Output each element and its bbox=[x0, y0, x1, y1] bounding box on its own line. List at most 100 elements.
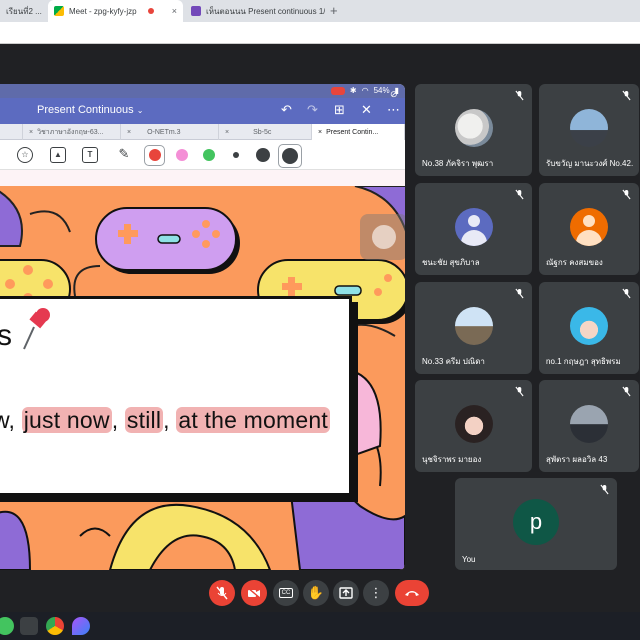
tab-title: เห็นตอนนน Present continuous 1/8 bbox=[206, 6, 325, 16]
mic-off-icon bbox=[216, 586, 228, 600]
close-icon[interactable]: × bbox=[318, 129, 322, 136]
color-swatch-green[interactable] bbox=[203, 149, 215, 161]
pen-size-medium[interactable] bbox=[256, 148, 270, 162]
line-app-icon[interactable] bbox=[0, 617, 14, 635]
raise-hand-button[interactable]: ✋ bbox=[303, 580, 329, 606]
recording-dot-icon bbox=[148, 8, 155, 14]
sticker-icon[interactable]: ☆ bbox=[17, 147, 33, 163]
color-swatch-red[interactable] bbox=[149, 149, 161, 161]
cat-photo-avatar bbox=[454, 109, 493, 148]
time-expressions-line: w, just now, still, at the moment bbox=[0, 407, 330, 433]
mic-muted-icon bbox=[515, 386, 524, 397]
device-status-bar: ✱ ◠ 54% ▮ bbox=[0, 84, 405, 98]
browser-tab-forms[interactable]: เห็นตอนนน Present continuous 1/8 × bbox=[185, 0, 325, 22]
participant-tile[interactable]: สุพัตรา ผลอวิล 43 bbox=[539, 380, 639, 472]
pushpin-icon bbox=[23, 308, 50, 350]
hand-icon: ✋ bbox=[307, 585, 325, 600]
chevron-down-icon: ⌄ bbox=[136, 106, 144, 115]
meeting-controls: CC ✋ ⋮ bbox=[0, 576, 640, 612]
image-icon[interactable]: ▲ bbox=[50, 147, 66, 163]
bluetooth-icon: ✱ bbox=[349, 86, 357, 95]
mic-toggle-button[interactable] bbox=[209, 580, 235, 606]
forms-favicon-icon bbox=[191, 6, 201, 16]
participant-name: No.38 ภัคจิรา พุฒรา bbox=[422, 159, 494, 168]
participant-tile[interactable]: No.33 ครีม ปณิดา bbox=[415, 282, 532, 374]
add-slide-icon[interactable]: ⊞ bbox=[334, 102, 345, 118]
battery-level: 54% bbox=[373, 86, 390, 95]
doc-tab-prev[interactable] bbox=[0, 124, 23, 140]
doc-tab-english[interactable]: × วิชาภาษาอังกฤษ-63... bbox=[23, 124, 121, 140]
captions-button[interactable]: CC bbox=[273, 580, 299, 606]
participant-tile[interactable]: No.38 ภัคจิรา พุฒรา bbox=[415, 84, 532, 176]
participant-name: No.33 ครีม ปณิดา bbox=[422, 357, 485, 366]
os-taskbar bbox=[0, 612, 640, 640]
leave-call-button[interactable] bbox=[395, 580, 429, 606]
self-view-tile[interactable]: p You bbox=[455, 478, 617, 570]
app-icon[interactable] bbox=[72, 617, 90, 635]
presentation-title[interactable]: Present Continuous ⌄ bbox=[37, 104, 143, 116]
close-icon[interactable]: × bbox=[29, 129, 33, 136]
close-icon[interactable]: × bbox=[225, 129, 229, 136]
browser-tab-strip: เรียนที่2 ... × Meet - zpg-kyfy-jzp × เห… bbox=[0, 0, 640, 22]
doc-tab-present-continuous[interactable]: × Present Contin... bbox=[312, 124, 405, 140]
pen-size-large[interactable] bbox=[282, 148, 298, 164]
camera-toggle-button[interactable] bbox=[241, 580, 267, 606]
more-vert-icon: ⋮ bbox=[369, 585, 383, 600]
mic-muted-icon bbox=[515, 189, 524, 200]
more-options-button[interactable]: ⋮ bbox=[363, 580, 389, 606]
participant-name: นุชจิราพร มายอง bbox=[422, 455, 482, 464]
meet-top-bar bbox=[0, 44, 640, 80]
slide-heading: s bbox=[0, 308, 50, 353]
participant-name: ณัฐกร คงสมของ bbox=[546, 258, 603, 267]
wifi-icon: ◠ bbox=[361, 86, 369, 95]
pen-size-small[interactable] bbox=[233, 152, 239, 158]
gamepad-illustration bbox=[95, 207, 240, 274]
meet-taskbar-icon[interactable] bbox=[20, 617, 38, 635]
mic-muted-icon bbox=[515, 288, 524, 299]
participant-tile[interactable]: รับขวัญ มานะวงศ์ No.42. bbox=[539, 84, 639, 176]
close-icon[interactable]: × bbox=[166, 6, 177, 16]
new-tab-button[interactable]: + bbox=[330, 3, 338, 18]
participant-tile[interactable]: no.1 กฤษฎา สุทธิพรม bbox=[539, 282, 639, 374]
slide-text-card: s w, just now, still, at the moment bbox=[0, 296, 352, 496]
chrome-icon[interactable] bbox=[46, 617, 64, 635]
close-icon[interactable]: × bbox=[127, 129, 131, 136]
camera-off-icon bbox=[247, 587, 261, 599]
app-title-bar: Present Continuous ⌄ ↶ ↷ ⊞ ✕ ⋯ ⊘ bbox=[0, 89, 405, 124]
doc-tab-sb5c[interactable]: × Sb-5c bbox=[219, 124, 312, 140]
participant-tile[interactable]: ณัฐกร คงสมของ bbox=[539, 183, 639, 275]
keyword-at-the-moment: at the moment bbox=[176, 407, 330, 433]
participant-tile[interactable]: ชนะชัย สุขภิบาล bbox=[415, 183, 532, 275]
color-swatch-pink[interactable] bbox=[176, 149, 188, 161]
present-screen-button[interactable] bbox=[333, 580, 359, 606]
outdoor-photo-avatar bbox=[454, 307, 493, 346]
screen-record-icon bbox=[330, 86, 345, 95]
mic-muted-icon bbox=[515, 90, 524, 101]
meet-favicon-icon bbox=[54, 6, 64, 16]
browser-tab-class[interactable]: เรียนที่2 ... × bbox=[0, 0, 48, 22]
redo-icon[interactable]: ↷ bbox=[307, 102, 318, 118]
girl-photo-avatar bbox=[454, 405, 493, 444]
participant-name: ชนะชัย สุขภิบาล bbox=[422, 258, 480, 267]
participant-tile[interactable]: นุชจิราพร มายอง bbox=[415, 380, 532, 472]
address-bar[interactable] bbox=[0, 22, 640, 44]
participant-name: รับขวัญ มานะวงศ์ No.42. bbox=[546, 159, 634, 168]
mic-muted-icon bbox=[600, 484, 609, 495]
letter-avatar: p bbox=[513, 499, 559, 546]
keyword-still: still bbox=[124, 407, 164, 433]
sky-photo-avatar bbox=[570, 109, 608, 148]
undo-icon[interactable]: ↶ bbox=[281, 102, 292, 118]
anime-photo-avatar bbox=[570, 307, 608, 346]
captions-icon: CC bbox=[278, 588, 294, 598]
tab-title: Meet - zpg-kyfy-jzp bbox=[69, 6, 137, 16]
assistive-touch-icon[interactable] bbox=[372, 225, 396, 249]
more-options-icon[interactable]: ⋯ bbox=[387, 102, 400, 118]
default-avatar bbox=[454, 208, 493, 247]
marker-icon[interactable]: ✎ bbox=[116, 147, 132, 163]
close-icon[interactable]: ✕ bbox=[361, 102, 372, 118]
text-tool-icon[interactable]: T bbox=[82, 147, 98, 163]
browser-tab-meet[interactable]: Meet - zpg-kyfy-jzp × bbox=[48, 0, 183, 22]
participant-name: You bbox=[462, 555, 476, 564]
doc-tab-onet[interactable]: × O-NETm.3 bbox=[121, 124, 219, 140]
floating-button-overlay[interactable] bbox=[360, 214, 405, 260]
